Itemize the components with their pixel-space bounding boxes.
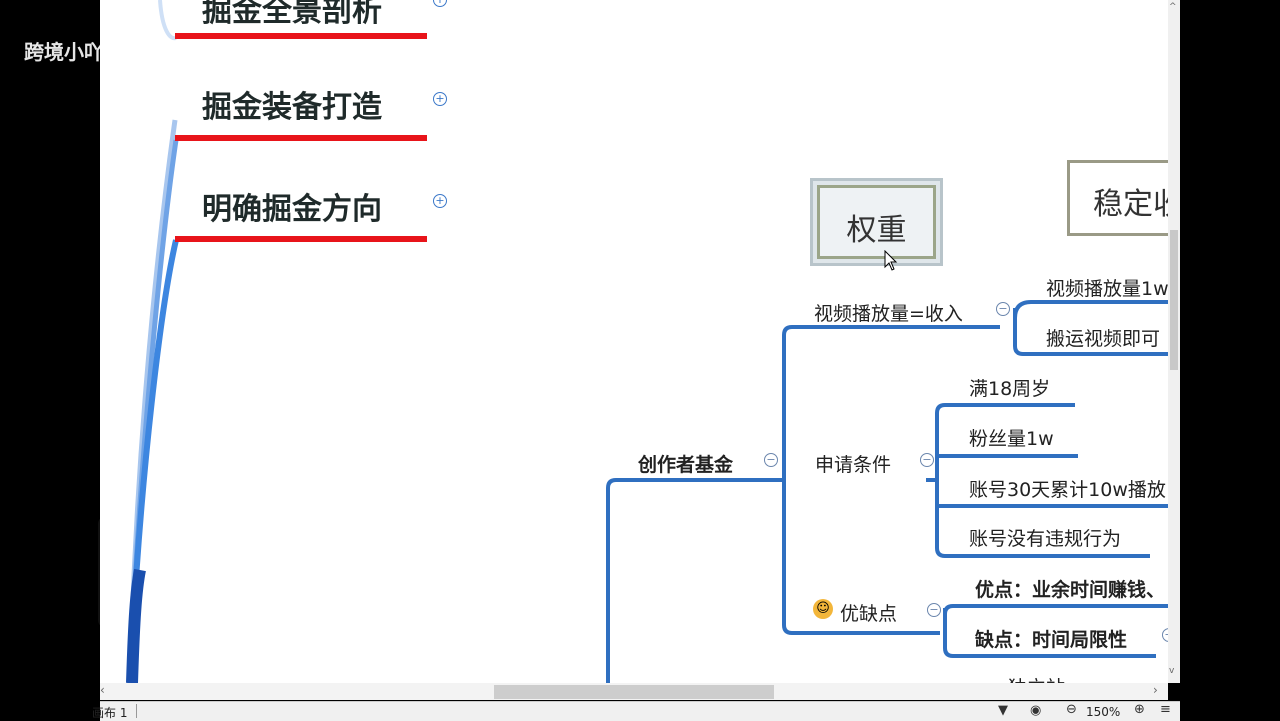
cutoff-node[interactable]: 独立站 (1008, 673, 1065, 683)
filter-icon[interactable]: ▼ (998, 703, 1008, 718)
status-bar: 画布 1 ▼ ◉ ⊖ 150% ⊕ ≡ (92, 701, 1180, 721)
branch-node-1[interactable]: 视频播放量=收入 (814, 299, 963, 326)
horizontal-scrollbar[interactable]: ‹ › (100, 683, 1168, 700)
menu-icon[interactable]: ≡ (1160, 702, 1171, 717)
tab-divider (136, 704, 137, 718)
b1-child-2[interactable]: 搬运视频即可 (1046, 324, 1160, 351)
b2-child-1[interactable]: 满18周岁 (969, 374, 1050, 401)
b2-child-3[interactable]: 账号30天累计10w播放 (969, 475, 1166, 502)
scroll-down-icon[interactable]: v (1169, 666, 1174, 676)
scroll-right-icon[interactable]: › (1153, 683, 1158, 697)
collapse-icon-b2[interactable]: − (920, 453, 934, 467)
hscroll-thumb[interactable] (494, 685, 774, 699)
collapse-icon-b3[interactable]: − (927, 603, 941, 617)
branch-node-3[interactable]: 优缺点 (840, 599, 897, 626)
collapse-icon-b1[interactable]: − (996, 302, 1010, 316)
b2-child-4[interactable]: 账号没有违规行为 (969, 524, 1121, 551)
scroll-up-icon[interactable]: ^ (1169, 2, 1177, 12)
b1-child-1[interactable]: 视频播放量1w (1046, 274, 1168, 301)
collapse-icon-root[interactable]: − (764, 453, 778, 467)
sheet-tab[interactable]: 画布 1 (92, 704, 127, 721)
scroll-left-icon[interactable]: ‹ (100, 683, 105, 697)
vertical-scrollbar[interactable]: ^ v (1168, 0, 1180, 683)
emoji-icon: ☺ (813, 599, 833, 619)
b3-child-2[interactable]: 缺点：时间局限性 (975, 625, 1127, 652)
mindmap-canvas[interactable]: 掘金全景剖析 + 掘金装备打造 + 明确掘金方向 + 权重 稳定收 (100, 0, 1168, 683)
zoom-in-icon[interactable]: ⊕ (1134, 702, 1145, 717)
branch-node-2[interactable]: 申请条件 (815, 450, 891, 477)
zoom-level[interactable]: 150% (1086, 705, 1120, 719)
b2-child-2[interactable]: 粉丝量1w (969, 424, 1054, 451)
eye-icon[interactable]: ◉ (1030, 703, 1041, 718)
root-node[interactable]: 创作者基金 (638, 450, 733, 477)
b3-child-1[interactable]: 优点：业余时间赚钱、 (975, 575, 1165, 602)
zoom-out-icon[interactable]: ⊖ (1066, 702, 1077, 717)
vscroll-thumb[interactable] (1170, 230, 1178, 370)
